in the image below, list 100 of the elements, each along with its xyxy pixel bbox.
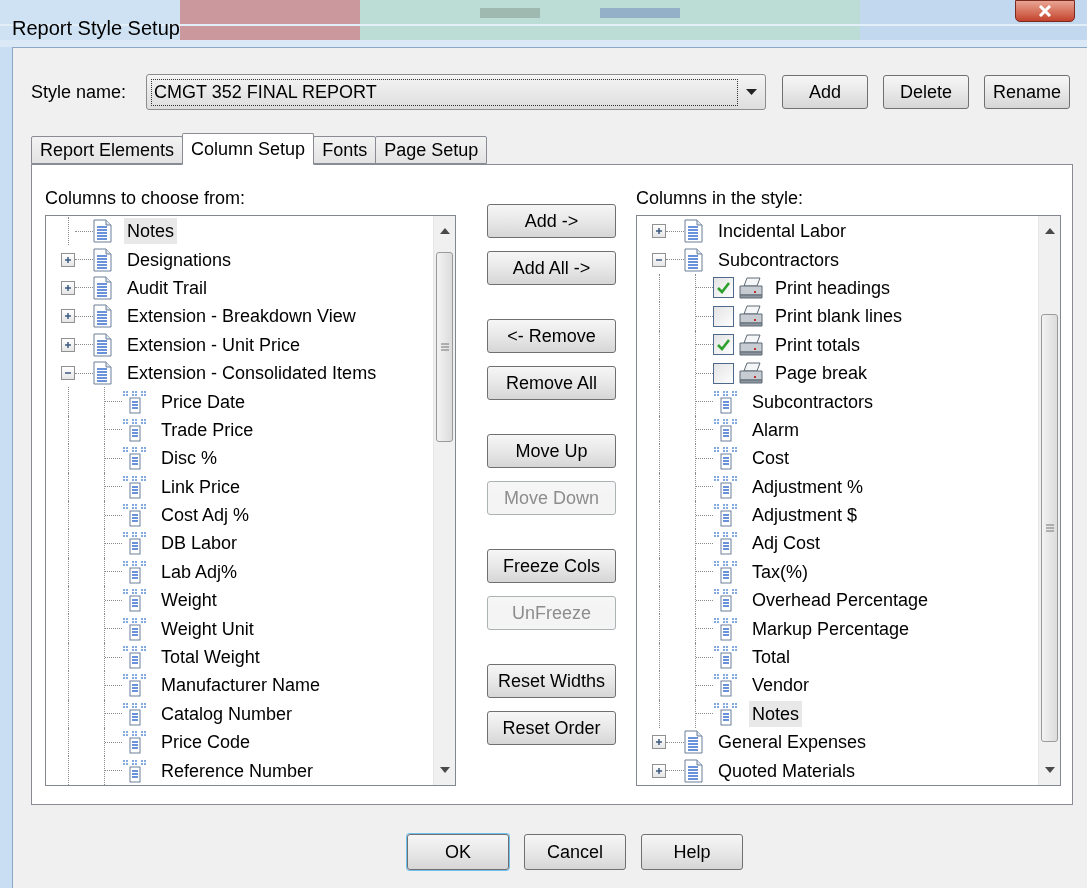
tree-item-label[interactable]: Subcontractors [715,246,843,273]
tree-item-label[interactable]: Extension - Breakdown View [124,303,359,330]
tree-item-label[interactable]: Notes [749,700,803,727]
tree-item-label[interactable]: Price Date [158,388,249,415]
tree-list[interactable] [636,215,1061,786]
column-icon [122,645,148,670]
column-icon [713,503,739,528]
tree-item-label[interactable]: Incidental Labor [715,218,850,245]
tab[interactable]: Report Elements [31,136,184,164]
tree-item-label[interactable]: Alarm [749,416,802,443]
tree-item-label[interactable]: Adjustment % [749,473,867,500]
column-icon [713,673,739,698]
tree-item-label[interactable]: Cost Adj % [158,502,253,529]
scrollbar-thumb[interactable] [1041,314,1058,742]
dialog-button[interactable]: Cancel [524,834,626,870]
tree-item-label[interactable]: Weight Unit [158,615,257,642]
tree-item-label[interactable]: Catalog Number [158,700,296,727]
tree-item-label[interactable]: Designations [124,246,235,273]
tree-item-label[interactable]: Total Weight [158,644,263,671]
column-icon [713,588,739,613]
scroll-down-icon[interactable] [1044,767,1055,773]
tree-item-label[interactable]: Subcontractors [749,388,877,415]
tree-item-label[interactable]: Adjustment $ [749,502,861,529]
scrollbar[interactable] [1038,216,1060,785]
tree-item-label[interactable]: Audit Trail [124,274,211,301]
tree-item-label[interactable]: Link Price [158,473,244,500]
grip-icon [439,342,450,352]
tree-item-label[interactable]: Print totals [772,331,864,358]
tree-item-label[interactable]: Disc % [158,445,220,472]
expand-toggle[interactable] [652,735,666,750]
collapse-toggle[interactable] [652,252,666,267]
tree-item-label[interactable]: DB Labor [158,530,241,557]
checkbox[interactable] [713,334,734,356]
expand-toggle[interactable] [652,763,666,778]
plus-icon [64,340,72,349]
tree-item-label[interactable]: Cost [749,445,792,472]
close-button[interactable] [1015,0,1075,22]
tree-list[interactable] [45,215,456,786]
plus-icon [64,312,72,321]
tree-item-label[interactable]: Reference Number [158,757,317,784]
style-action-button[interactable]: Delete [883,75,970,109]
tree-item-label[interactable]: Extension - Consolidated Items [124,360,380,387]
tree-item-label[interactable]: Page break [772,360,871,387]
column-icon [713,645,739,670]
tree-item-label[interactable]: Extension - Unit Price [124,331,304,358]
scroll-up-icon[interactable] [1044,228,1055,234]
action-button[interactable]: Remove All [487,366,616,400]
collapse-toggle[interactable] [61,366,75,381]
column-icon [122,474,148,499]
style-action-button[interactable]: Rename [984,75,1071,109]
tree-item-label[interactable]: Markup Percentage [749,615,913,642]
action-button[interactable]: Add All -> [487,251,616,285]
column-icon [713,389,739,414]
expand-toggle[interactable] [61,252,75,267]
tree-item-label[interactable]: Notes [124,218,178,245]
window-title: Report Style Setup [12,16,180,41]
expand-toggle[interactable] [61,280,75,295]
expand-toggle[interactable] [61,337,75,352]
scroll-up-icon[interactable] [439,228,450,234]
scrollbar-thumb[interactable] [436,252,453,442]
tree-item-label[interactable]: Print blank lines [772,303,906,330]
tree-item-label[interactable]: Overhead Percentage [749,587,932,614]
expand-toggle[interactable] [652,224,666,239]
checkbox[interactable] [713,305,734,327]
tab[interactable]: Column Setup [182,133,315,165]
tree-item-label[interactable]: Quoted Materials [715,757,859,784]
tree-item-label[interactable]: Vendor [749,672,813,699]
field-label: Style name: [31,80,127,104]
document-icon [93,304,112,329]
dialog-button[interactable]: OK [407,834,509,870]
tree-item-label[interactable]: Lab Adj% [158,558,241,585]
style-name-dropdown[interactable]: CMGT 352 FINAL REPORT [146,74,767,110]
tree-item-label[interactable]: Print headings [772,274,894,301]
tree-item-label[interactable]: General Expenses [715,729,870,756]
action-button[interactable]: Reset Widths [487,664,616,698]
style-action-button[interactable]: Add [782,75,869,109]
action-button[interactable]: Add -> [487,204,616,238]
tree-item-label[interactable]: Adj Cost [749,530,824,557]
checkbox[interactable] [713,362,734,384]
tree-item-label[interactable]: Manufacturer Name [158,672,324,699]
action-button[interactable]: Reset Order [487,711,616,745]
action-button[interactable]: Move Up [487,434,616,468]
action-button[interactable]: <- Remove [487,319,616,353]
tree-item-label[interactable]: Price Code [158,729,254,756]
action-button[interactable]: Freeze Cols [487,549,616,583]
dialog-button[interactable]: Help [641,834,743,870]
checkbox[interactable] [713,277,734,299]
grip-icon [1044,523,1055,533]
expand-toggle[interactable] [61,309,75,324]
scrollbar[interactable] [433,216,455,785]
list-label: Columns in the style: [636,187,805,209]
tree-item-label[interactable]: Total [749,644,794,671]
tree-item-label[interactable]: Tax(%) [749,558,811,585]
printer-icon [738,361,764,386]
tab[interactable]: Fonts [313,136,377,164]
tree-item-label[interactable]: Trade Price [158,416,257,443]
tab[interactable]: Page Setup [375,136,488,164]
tree-item-label[interactable]: Weight [158,587,220,614]
column-icon [122,758,148,783]
scroll-down-icon[interactable] [439,767,450,773]
